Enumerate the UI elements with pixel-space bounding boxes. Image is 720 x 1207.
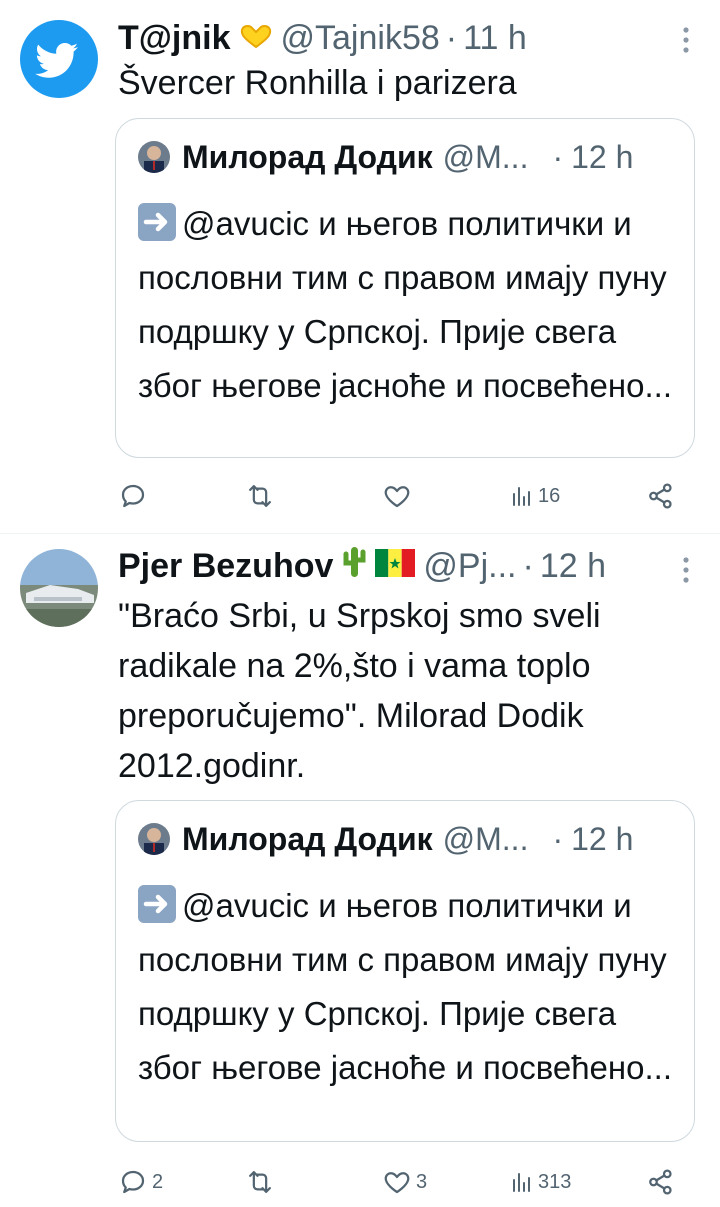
avatar[interactable] <box>20 549 98 627</box>
quoted-author-handle: @M... <box>442 138 529 175</box>
quoted-author-name: Милорад Додик <box>182 820 433 857</box>
reply-button[interactable] <box>118 481 152 511</box>
quoted-text-block: @avucic и његов политички и пословни тим… <box>138 879 674 1095</box>
separator-dot: · <box>552 820 564 857</box>
reply-count: 2 <box>152 1170 164 1193</box>
timestamp[interactable]: 12 h <box>540 547 606 586</box>
retweet-button[interactable] <box>244 1167 280 1197</box>
reply-button[interactable]: 2 <box>118 1167 163 1197</box>
yellow-heart-hands-icon <box>239 19 273 58</box>
more-options-icon[interactable] <box>682 26 690 54</box>
avatar[interactable] <box>20 20 98 98</box>
quoted-tweet[interactable]: Милорад Додик @M... · 12 h @avucic и њег… <box>115 800 695 1142</box>
views-button[interactable]: 313 <box>510 1170 571 1194</box>
separator-dot: · <box>552 138 564 175</box>
senegal-flag-icon <box>375 547 416 586</box>
quoted-header: Милорад Додик @M... · 12 h <box>138 819 633 859</box>
right-arrow-emoji-icon <box>138 885 176 923</box>
author-handle[interactable]: @Pj... <box>423 547 516 586</box>
quoted-text: @avucic и његов политички и пословни тим… <box>138 887 672 1086</box>
reply-icon <box>121 1170 145 1194</box>
share-button[interactable] <box>646 481 676 511</box>
quoted-header: Милорад Додик @M... · 12 h <box>138 137 633 177</box>
quoted-avatar <box>138 823 170 855</box>
quoted-author-name: Милорад Додик <box>182 138 433 175</box>
cactus-emoji-icon <box>341 545 367 588</box>
share-icon <box>649 483 672 509</box>
action-bar: 16 <box>118 476 690 516</box>
share-icon <box>649 1169 672 1195</box>
retweet-button[interactable] <box>244 481 280 511</box>
author-name[interactable]: Pjer Bezuhov <box>118 547 333 586</box>
tweet-text: Švercer Ronhilla i parizera <box>118 64 517 102</box>
quoted-text: @avucic и његов политички и пословни тим… <box>138 205 672 404</box>
quoted-tweet[interactable]: Милорад Додик @M... · 12 h @avucic и њег… <box>115 118 695 458</box>
retweet-icon <box>249 1171 271 1193</box>
views-count: 16 <box>538 484 561 507</box>
share-button[interactable] <box>646 1167 676 1197</box>
more-options-icon[interactable] <box>682 556 690 584</box>
reply-icon <box>121 484 145 508</box>
right-arrow-emoji-icon <box>138 203 176 241</box>
like-count: 3 <box>416 1170 428 1193</box>
quoted-text-block: @avucic и његов политички и пословни тим… <box>138 197 674 413</box>
author-handle[interactable]: @Tajnik58 <box>281 19 440 58</box>
heart-icon <box>384 486 410 508</box>
heart-icon <box>384 1172 410 1194</box>
views-count: 313 <box>538 1170 572 1193</box>
retweet-icon <box>249 485 271 507</box>
tweet-header: T@jnik @Tajnik58 · 11 h <box>118 18 527 58</box>
quoted-avatar <box>138 141 170 173</box>
quoted-timestamp: 12 h <box>571 820 634 857</box>
twitter-bird-icon <box>35 43 78 78</box>
tweet-text: "Braćo Srbi, u Srpskoj smo sveli radikal… <box>118 597 601 785</box>
quoted-author-handle: @M... <box>442 820 529 857</box>
views-chart-icon <box>513 487 530 506</box>
timestamp[interactable]: 11 h <box>463 19 527 58</box>
tweet-header: Pjer Bezuhov @Pj... · 12 h <box>118 546 606 586</box>
author-name[interactable]: T@jnik <box>118 19 231 58</box>
like-button[interactable] <box>382 481 416 511</box>
like-button[interactable]: 3 <box>382 1167 427 1197</box>
views-button[interactable]: 16 <box>510 484 560 508</box>
views-chart-icon <box>513 1173 530 1192</box>
separator-dot: · <box>522 546 534 585</box>
quoted-timestamp: 12 h <box>571 138 634 175</box>
tweet[interactable]: T@jnik @Tajnik58 · 11 h Švercer Ronhilla… <box>0 0 720 534</box>
separator-dot: · <box>445 18 458 57</box>
action-bar: 2 3 313 <box>118 1162 690 1202</box>
tweet[interactable]: Pjer Bezuhov @Pj... · 12 h "Braćo Srbi, … <box>0 534 720 1207</box>
